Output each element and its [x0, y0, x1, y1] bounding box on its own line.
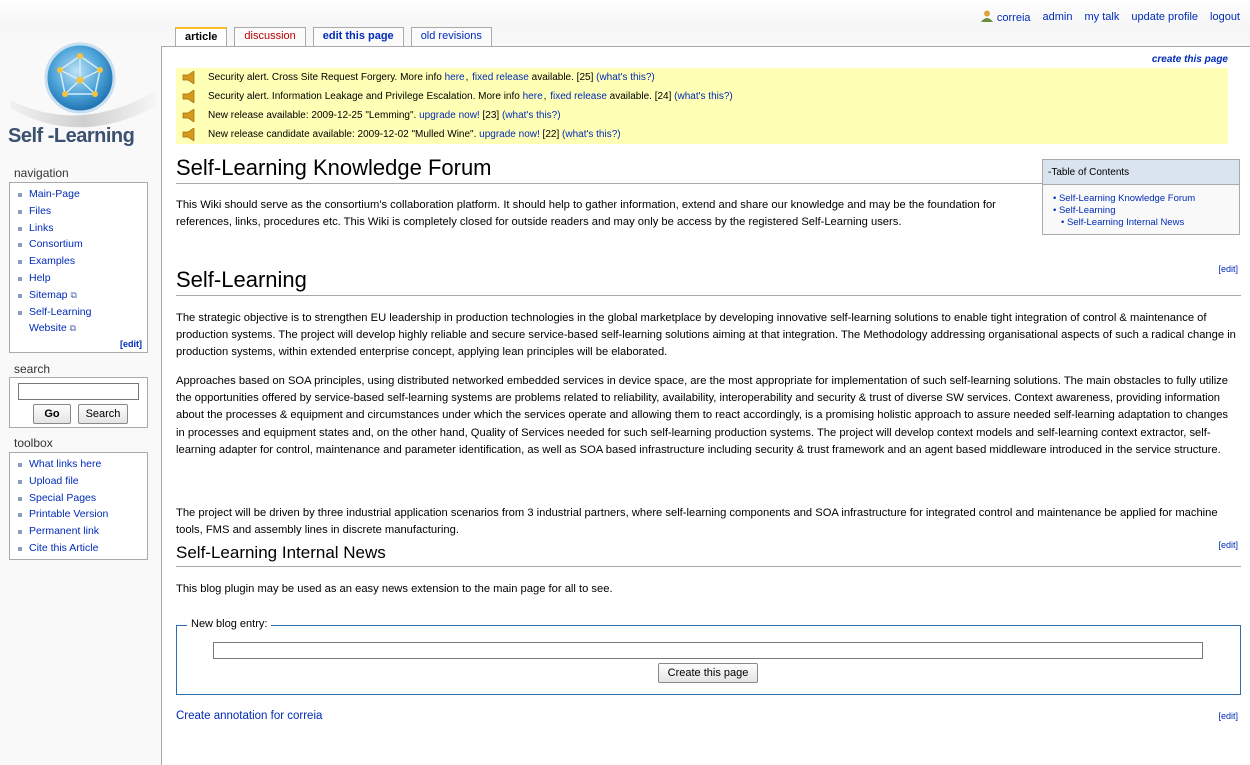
admin-link[interactable]: admin — [1043, 11, 1073, 23]
blog-entry-input[interactable] — [213, 642, 1203, 659]
toc-title[interactable]: -Table of Contents — [1043, 160, 1239, 185]
my-talk-link[interactable]: my talk — [1085, 11, 1120, 23]
toc-item[interactable]: • Self-Learning — [1053, 205, 1239, 217]
section-edit-link[interactable]: [edit] — [1218, 711, 1238, 721]
toc-item[interactable]: • Self-Learning Knowledge Forum — [1053, 193, 1239, 205]
navigation-edit-link[interactable]: [edit] — [120, 339, 142, 349]
external-link-icon: ⧉ — [69, 323, 77, 334]
tab-edit-page[interactable]: edit this page — [312, 27, 404, 46]
alert-upgrade-now-link[interactable]: upgrade now! — [479, 129, 540, 140]
new-blog-entry-form: New blog entry: Create this page — [176, 618, 1241, 695]
table-of-contents: -Table of Contents • Self-Learning Knowl… — [1042, 159, 1240, 235]
nav-main-page[interactable]: Main-Page — [18, 186, 147, 203]
logo-title: Self -Learning — [8, 125, 135, 147]
nav-sitemap[interactable]: Sitemap ⧉ — [18, 287, 147, 304]
nav-self-learning-website-cont[interactable]: Website ⧉ — [18, 320, 147, 337]
search-input[interactable] — [18, 383, 139, 400]
nav-help[interactable]: Help — [18, 270, 147, 287]
toolbox-title: toolbox — [14, 436, 53, 450]
tab-article[interactable]: article — [175, 27, 228, 47]
alert-whats-this-link[interactable]: (what's this?) — [562, 129, 621, 140]
section-heading-internal-news: Self-Learning Internal News — [176, 543, 1241, 567]
intro-paragraph: This Wiki should serve as the consortium… — [176, 199, 996, 229]
tab-discussion[interactable]: discussion — [234, 27, 306, 46]
alert-fixed-release-link[interactable]: fixed release — [472, 72, 529, 83]
create-this-page-link[interactable]: create this page — [1152, 54, 1228, 65]
blog-legend: New blog entry: — [187, 618, 272, 630]
personal-toolbar: correia admin my talk update profile log… — [980, 10, 1240, 24]
nav-files[interactable]: Files — [18, 203, 147, 220]
alert-row: New release candidate available: 2009-12… — [176, 125, 1228, 144]
user-icon — [980, 10, 993, 22]
content-paragraph: Approaches based on SOA principles, usin… — [176, 375, 1229, 456]
toolbox-upload-file[interactable]: Upload file — [18, 473, 147, 490]
search-button[interactable]: Search — [78, 404, 128, 424]
alert-row: Security alert. Cross Site Request Forge… — [176, 68, 1228, 87]
toolbox-permanent-link[interactable]: Permanent link — [18, 523, 147, 540]
alert-here-link[interactable]: here — [523, 91, 543, 102]
toolbox-printable-version[interactable]: Printable Version — [18, 506, 147, 523]
content-area: create this page Security alert. Cross S… — [161, 46, 1250, 765]
alert-fixed-release-link[interactable]: fixed release — [550, 91, 607, 102]
megaphone-icon — [182, 90, 195, 103]
content-paragraph: The strategic objective is to strengthen… — [176, 312, 1236, 359]
search-title: search — [14, 362, 51, 376]
navigation-portlet: Main-Page Files Links Consortium Example… — [9, 182, 148, 353]
toolbox-what-links-here[interactable]: What links here — [18, 456, 147, 473]
megaphone-icon — [182, 128, 195, 141]
megaphone-icon — [182, 109, 195, 122]
go-button[interactable]: Go — [33, 404, 71, 424]
tab-old-revisions[interactable]: old revisions — [410, 27, 492, 46]
alert-whats-this-link[interactable]: (what's this?) — [596, 72, 655, 83]
toolbox-cite-article[interactable]: Cite this Article — [18, 540, 147, 557]
content-paragraph: This blog plugin may be used as an easy … — [176, 583, 613, 595]
nav-self-learning-website[interactable]: Self-Learning — [18, 304, 147, 321]
page-tabs: article discussion edit this page old re… — [175, 27, 499, 47]
alert-row: Security alert. Information Leakage and … — [176, 87, 1228, 106]
alert-whats-this-link[interactable]: (what's this?) — [502, 110, 561, 121]
megaphone-icon — [182, 71, 195, 84]
update-profile-link[interactable]: update profile — [1131, 11, 1198, 23]
external-link-icon: ⧉ — [70, 289, 77, 300]
alert-upgrade-now-link[interactable]: upgrade now! — [419, 110, 480, 121]
create-annotation-link[interactable]: Create annotation for correia — [176, 710, 322, 722]
navigation-title: navigation — [14, 166, 69, 180]
toc-item[interactable]: • Self-Learning Internal News — [1053, 217, 1239, 229]
user-link[interactable]: correia — [980, 10, 1031, 24]
alert-row: New release available: 2009-12-25 "Lemmi… — [176, 106, 1228, 125]
create-page-button[interactable]: Create this page — [658, 663, 758, 683]
nav-examples[interactable]: Examples — [18, 253, 147, 270]
nav-consortium[interactable]: Consortium — [18, 236, 147, 253]
section-heading-self-learning: Self-Learning — [176, 267, 1241, 296]
search-portlet: Go Search — [9, 377, 148, 428]
alert-here-link[interactable]: here — [445, 72, 465, 83]
toolbox-portlet: What links here Upload file Special Page… — [9, 452, 148, 560]
toolbox-special-pages[interactable]: Special Pages — [18, 490, 147, 507]
nav-links[interactable]: Links — [18, 220, 147, 237]
logout-link[interactable]: logout — [1210, 11, 1240, 23]
content-paragraph: The project will be driven by three indu… — [176, 507, 1218, 537]
alert-whats-this-link[interactable]: (what's this?) — [674, 91, 733, 102]
